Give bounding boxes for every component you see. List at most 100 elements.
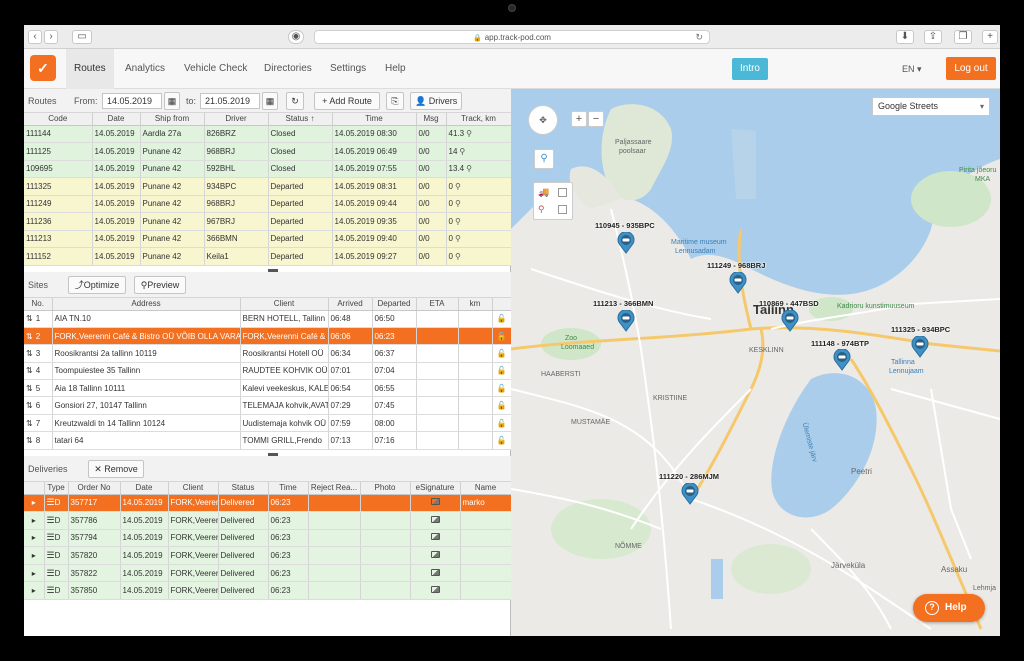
nav-directories[interactable]: Directories [256, 49, 320, 89]
site-row[interactable]: ⇅ 5 Aia 18 Tallinn 10111 Kalevi veekeskus, … [24, 379, 512, 398]
col-address[interactable]: Address [52, 298, 241, 311]
unlock-icon[interactable]: 🔓 [497, 314, 507, 323]
col-photo[interactable]: Photo [360, 482, 411, 495]
nav-vehicle-check[interactable]: Vehicle Check [176, 49, 255, 89]
attach-icon[interactable]: ⎘ [386, 92, 404, 110]
unlock-icon[interactable]: 🔓 [497, 436, 507, 445]
col-date[interactable]: Date [92, 113, 141, 126]
route-row[interactable]: 109695 14.05.2019 Punane 42 592BHL Closed 14.… [24, 160, 512, 178]
site-row[interactable]: ⇅ 7 Kreutzwaldi tn 14 Tallinn 10124 Uudiste… [24, 414, 512, 433]
reload-icon[interactable]: ↻ [695, 31, 703, 44]
expand-arrow-icon[interactable]: ▸ [32, 586, 36, 595]
share-icon[interactable]: ⇪ [924, 30, 942, 44]
unlock-icon[interactable]: 🔓 [497, 419, 507, 428]
col-arrived[interactable]: Arrived [328, 298, 373, 311]
nav-settings[interactable]: Settings [322, 49, 374, 89]
address-bar[interactable]: 🔒 app.track-pod.com ↻ [314, 30, 710, 44]
logout-button[interactable]: Log out [946, 57, 996, 80]
signature-image-icon[interactable] [430, 568, 440, 576]
col-no[interactable]: No. [24, 298, 53, 311]
help-button[interactable]: ? Help [913, 594, 985, 622]
site-row[interactable]: ⇅ 1 AIA TN.10 BERN HOTELL, Tallinn 06:48 06:5… [24, 310, 512, 328]
reorder-icon[interactable]: ⇅ [26, 436, 33, 445]
sidebar-toggle-icon[interactable]: ▭ [72, 30, 92, 44]
route-row[interactable]: 111236 14.05.2019 Punane 42 967BRJ Departed 1… [24, 212, 512, 231]
reorder-icon[interactable]: ⇅ [26, 332, 33, 341]
truck-layer-checkbox[interactable] [558, 188, 567, 197]
reorder-icon[interactable]: ⇅ [26, 314, 33, 323]
delivery-row[interactable]: ▸☰D35785014.05.2019FORK,VeerenniDelivere… [24, 581, 512, 601]
vehicle-marker-icon[interactable] [617, 310, 635, 332]
col-esignature[interactable]: eSignature [410, 482, 461, 495]
unlock-icon[interactable]: 🔓 [497, 349, 507, 358]
signature-image-icon[interactable] [430, 586, 440, 594]
vehicle-marker-icon[interactable] [617, 232, 635, 254]
site-row[interactable]: ⇅ 6 Gonsiori 27, 10147 Tallinn TELEMAJA koh… [24, 396, 512, 415]
route-row[interactable]: 111249 14.05.2019 Punane 42 968BRJ Departed 1… [24, 195, 512, 213]
col-type[interactable]: Type [44, 482, 69, 495]
location-pin-icon[interactable]: ⚲ [534, 149, 554, 169]
route-row[interactable]: 111325 14.05.2019 Punane 42 934BPC Departed 1… [24, 177, 512, 196]
col-departed[interactable]: Departed [372, 298, 417, 311]
col-track-km[interactable]: Track, km [446, 113, 512, 126]
map-type-select[interactable]: Google Streets ▾ [872, 97, 990, 116]
from-date-input[interactable]: 14.05.2019 [102, 93, 162, 109]
delivery-row[interactable]: ▸☰D35782014.05.2019FORK,VeerenniDelivere… [24, 546, 512, 565]
track-pin-icon[interactable]: ⚲ [459, 147, 465, 156]
route-row[interactable]: 111144 14.05.2019 Aardla 27a 826BRZ Closed 14… [24, 125, 512, 143]
site-row[interactable]: ⇅ 2 FORK,Veerenni Café & Bistro OÜ VÕIB OL… [24, 327, 512, 346]
download-icon[interactable]: ⬇ [896, 30, 914, 44]
track-pin-icon[interactable]: ⚲ [466, 164, 472, 173]
vehicle-marker-icon[interactable] [833, 349, 851, 371]
route-row[interactable]: 111152 14.05.2019 Punane 42 Keila1 Departed 1… [24, 247, 512, 266]
track-pin-icon[interactable]: ⚲ [455, 234, 461, 243]
site-row[interactable]: ⇅ 8 tatari 64 TOMMI GRILL,Frendo 07:13 07:16 🔓 [24, 431, 512, 450]
forward-icon[interactable]: › [44, 30, 58, 44]
col-ship-from[interactable]: Ship from [140, 113, 205, 126]
nav-help[interactable]: Help [377, 49, 414, 89]
col-date[interactable]: Date [120, 482, 169, 495]
col-driver[interactable]: Driver [204, 113, 269, 126]
expand-arrow-icon[interactable]: ▸ [32, 516, 36, 525]
signature-image-icon[interactable] [430, 515, 440, 523]
to-date-input[interactable]: 21.05.2019 [200, 93, 260, 109]
add-route-button[interactable]: + Add Route [314, 92, 380, 110]
track-pin-icon[interactable]: ⚲ [466, 129, 472, 138]
unlock-icon[interactable]: 🔓 [497, 366, 507, 375]
site-icon[interactable]: ◉ [288, 30, 304, 44]
col-km[interactable]: km [458, 298, 493, 311]
unlock-icon[interactable]: 🔓 [497, 401, 507, 410]
col-time[interactable]: Time [268, 482, 309, 495]
signature-image-icon[interactable] [430, 533, 440, 541]
col-reject-reason[interactable]: Reject Rea... [308, 482, 361, 495]
drivers-button[interactable]: 👤 Drivers [410, 92, 462, 110]
site-row[interactable]: ⇅ 3 Roosikrantsi 2a tallinn 10119 Roosikran… [24, 344, 512, 363]
delivery-row[interactable]: ▸☰D35778614.05.2019FORK,VeerenniDelivere… [24, 511, 512, 530]
track-pin-icon[interactable]: ⚲ [455, 199, 461, 208]
refresh-icon[interactable]: ↻ [286, 92, 304, 110]
trackpod-logo-icon[interactable]: ✓ [30, 55, 56, 81]
track-pin-icon[interactable]: ⚲ [455, 217, 461, 226]
expand-arrow-icon[interactable]: ▸ [32, 569, 36, 578]
col-status[interactable]: Status [218, 482, 269, 495]
expand-arrow-icon[interactable]: ▸ [32, 533, 36, 542]
col-client[interactable]: Client [240, 298, 329, 311]
nav-routes[interactable]: Routes [66, 49, 114, 89]
signature-image-icon[interactable] [430, 551, 440, 559]
col-code[interactable]: Code [24, 113, 93, 126]
col-order-no[interactable]: Order No [68, 482, 121, 495]
zoom-out-icon[interactable]: − [588, 111, 604, 127]
route-row[interactable]: 111213 14.05.2019 Punane 42 366BMN Departed 1… [24, 230, 512, 248]
preview-button[interactable]: ⚲Preview [134, 276, 186, 294]
sites-layer-checkbox[interactable] [558, 205, 567, 214]
map-view[interactable]: ✥ + − ⚲ 🚚 ⚲ Google Streets ▾ Paljassaare … [511, 89, 1000, 636]
col-eta[interactable]: ETA [416, 298, 459, 311]
language-select[interactable]: EN ▾ [902, 49, 922, 89]
signature-image-icon[interactable] [430, 498, 440, 506]
reorder-icon[interactable]: ⇅ [26, 349, 33, 358]
unlock-icon[interactable]: 🔓 [497, 384, 507, 393]
vehicle-marker-icon[interactable] [681, 483, 699, 505]
optimize-button[interactable]: ⤴Optimize [68, 276, 126, 294]
tabs-icon[interactable]: ❐ [954, 30, 972, 44]
delivery-row[interactable]: ▸☰D35771714.05.2019FORK,VeerenniDelivere… [24, 494, 512, 513]
